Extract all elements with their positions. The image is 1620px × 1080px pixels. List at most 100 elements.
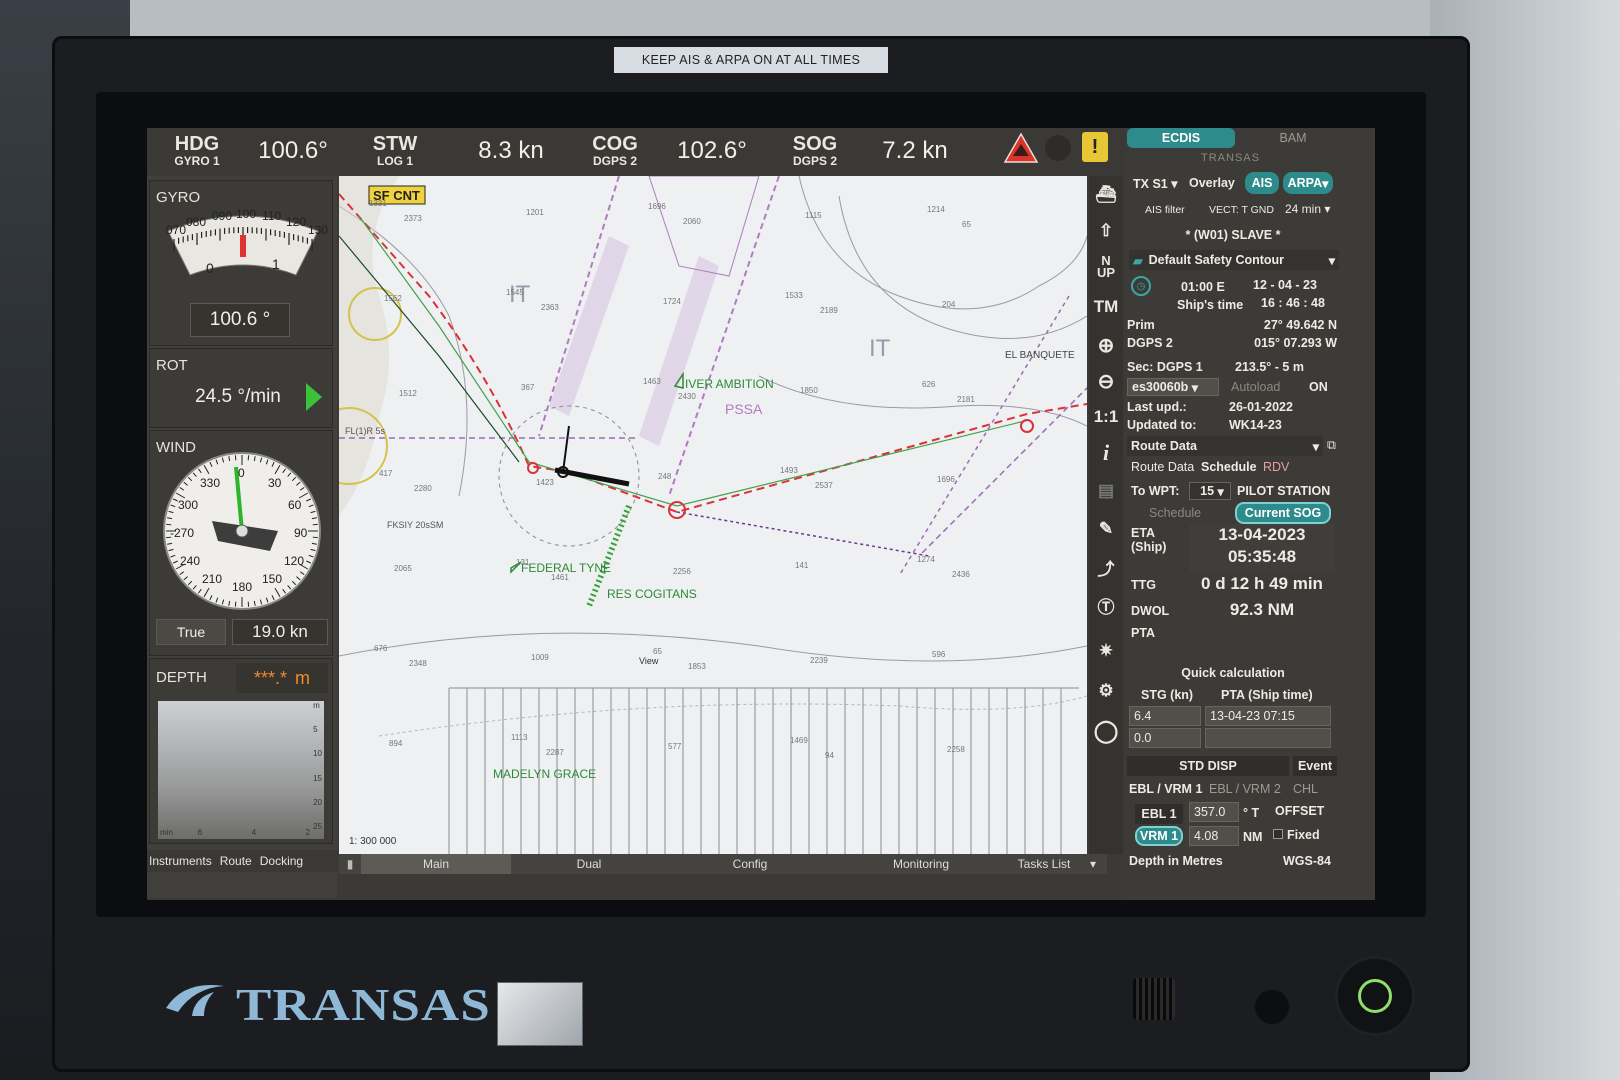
wind-dial-270: -270: [170, 526, 194, 540]
tab-chl[interactable]: CHL: [1293, 782, 1318, 796]
sun-icon[interactable]: ✷: [1091, 636, 1121, 666]
tab-rdv[interactable]: RDV: [1263, 460, 1289, 474]
true-motion-icon[interactable]: TM: [1091, 292, 1121, 322]
event-button[interactable]: Event: [1293, 756, 1337, 776]
zoom-out-icon[interactable]: ⊖: [1091, 366, 1121, 396]
warning-triangle-icon[interactable]: [1003, 132, 1039, 164]
autoload-label[interactable]: Autoload: [1231, 380, 1280, 394]
vrm1-unit: NM: [1243, 830, 1263, 844]
sounding-label: 204: [942, 300, 956, 309]
tab-tasks-list[interactable]: Tasks List: [1009, 854, 1079, 874]
depth-scale-25: 25: [313, 821, 322, 831]
vessel-iver-ambition[interactable]: IVER AMBITION: [685, 377, 774, 391]
hdg-label: HDG: [174, 133, 220, 155]
north-up-icon[interactable]: N UP: [1091, 252, 1121, 282]
tab-main[interactable]: Main: [361, 854, 511, 874]
vector-time-select[interactable]: 24 min ▾: [1285, 202, 1330, 216]
sounding-label: 2373: [404, 214, 422, 223]
tab-ebl-vrm-2[interactable]: EBL / VRM 2: [1209, 782, 1281, 796]
wind-dial-0: 0: [238, 466, 245, 480]
datum-label: WGS-84: [1283, 854, 1331, 868]
tab-route[interactable]: Route: [220, 854, 252, 868]
tx-select[interactable]: TX S1 ▾: [1133, 176, 1178, 191]
info-icon[interactable]: i: [1091, 438, 1121, 468]
tab-docking[interactable]: Docking: [260, 854, 303, 868]
chart-cell-select[interactable]: es30060b ▾: [1127, 378, 1219, 396]
std-disp-button[interactable]: STD DISP: [1127, 756, 1289, 776]
current-sog-button[interactable]: Current SOG: [1235, 502, 1331, 524]
wind-mode-button[interactable]: True: [156, 619, 226, 645]
ship-up-icon[interactable]: ⇧: [1091, 216, 1121, 246]
vessel-madelyn-grace[interactable]: MADELYN GRACE: [493, 767, 596, 781]
nautical-chart[interactable]: SF CNT IT IT PSSA IVER AMBITION FEDERAL …: [339, 176, 1087, 854]
prim-label: Prim: [1127, 318, 1155, 332]
expand-icon[interactable]: ⧉: [1327, 438, 1336, 453]
depth-scale-20: 20: [313, 797, 322, 807]
sounding-label: 1469: [790, 736, 808, 745]
sounding-label: 2181: [957, 395, 975, 404]
updated-to-label: Updated to:: [1127, 418, 1197, 432]
schedule-button[interactable]: Schedule: [1149, 506, 1201, 520]
sounding-label: 1493: [780, 466, 798, 475]
ais-button[interactable]: AIS: [1245, 172, 1279, 194]
overlay-button[interactable]: Overlay: [1189, 176, 1235, 190]
pen-icon[interactable]: ✎: [1091, 514, 1121, 544]
stw-source[interactable]: LOG 1: [377, 154, 413, 168]
ship-icon[interactable]: ⛴: [1091, 180, 1121, 210]
brightness-knob[interactable]: [1255, 990, 1289, 1024]
vessel-res-cogitans[interactable]: RES COGITANS: [607, 587, 697, 601]
wind-dial-240: 240: [180, 554, 200, 568]
vrm1-value[interactable]: 4.08: [1189, 826, 1239, 846]
depth-units-label: Depth in Metres: [1129, 854, 1223, 868]
safety-contour-select[interactable]: ▰ Default Safety Contour ▾: [1129, 250, 1339, 270]
stg-input-1[interactable]: 6.4: [1129, 706, 1201, 726]
offset-button[interactable]: OFFSET: [1275, 804, 1324, 818]
route-data-select[interactable]: Route Data ▾: [1127, 436, 1323, 456]
fixed-checkbox[interactable]: [1273, 829, 1283, 839]
ebl1-button[interactable]: EBL 1: [1135, 804, 1183, 824]
tab-config[interactable]: Config: [667, 854, 833, 874]
circle-icon[interactable]: ◯: [1091, 716, 1121, 746]
vector-mode[interactable]: VECT: T GND: [1209, 204, 1274, 216]
tab-monitoring[interactable]: Monitoring: [833, 854, 1009, 874]
zoom-in-icon[interactable]: ⊕: [1091, 330, 1121, 360]
arpa-button[interactable]: ARPA ▾: [1283, 172, 1333, 194]
ebl1-value[interactable]: 357.0: [1189, 802, 1239, 822]
nav-data-bar: HDG GYRO 1 100.6° STW LOG 1 8.3 kn COG D…: [147, 128, 1147, 174]
target-icon[interactable]: Ⓣ: [1091, 590, 1121, 620]
gear-icon[interactable]: ⚙: [1091, 676, 1121, 706]
hdg-source[interactable]: GYRO 1: [174, 154, 219, 168]
waypoint-select[interactable]: 15 ▾: [1189, 482, 1231, 500]
scale-1-1-icon[interactable]: 1:1: [1091, 402, 1121, 432]
left-tabs: Instruments Route Docking: [147, 850, 337, 872]
tab-bam[interactable]: BAM: [1245, 128, 1341, 148]
tab-instruments[interactable]: Instruments: [149, 854, 212, 868]
sounding-label: 2363: [541, 303, 559, 312]
layer-icon[interactable]: ▤: [1091, 476, 1121, 506]
stg-input-2[interactable]: 0.0: [1129, 728, 1201, 748]
sounding-label: 1512: [399, 389, 417, 398]
autoload-state[interactable]: ON: [1309, 380, 1328, 394]
ais-filter-button[interactable]: AIS filter: [1145, 204, 1185, 216]
route-icon[interactable]: ⤴: [1091, 552, 1121, 582]
chevron-down-icon[interactable]: ▾: [1079, 854, 1107, 874]
menu-dial-control[interactable]: [1335, 956, 1415, 1036]
exclamation-icon[interactable]: !: [1082, 132, 1108, 162]
light-label-2: FL(1)R 5s: [345, 426, 386, 436]
tab-ecdis[interactable]: ECDIS: [1127, 128, 1235, 148]
tab-schedule[interactable]: Schedule: [1201, 460, 1257, 474]
vrm1-button[interactable]: VRM 1: [1135, 826, 1183, 846]
sounding-label: 596: [932, 650, 946, 659]
tab-route-data[interactable]: Route Data: [1131, 460, 1194, 474]
clock-icon[interactable]: ◷: [1131, 276, 1151, 296]
rot-value: 24.5 °/min: [195, 386, 281, 407]
cog-source[interactable]: DGPS 2: [593, 154, 637, 168]
alarm-indicator-icon[interactable]: [1045, 135, 1071, 161]
area-label-it-2: IT: [869, 335, 891, 362]
chart-canvas[interactable]: SF CNT IT IT PSSA IVER AMBITION FEDERAL …: [339, 176, 1087, 854]
depth-graph: m 5 10 15 20 25 min 6 4 2: [158, 701, 324, 839]
tab-ebl-vrm-1[interactable]: EBL / VRM 1: [1129, 782, 1202, 796]
sog-source[interactable]: DGPS 2: [793, 154, 837, 168]
panel-toggle-icon[interactable]: ▮: [339, 854, 361, 874]
tab-dual[interactable]: Dual: [511, 854, 667, 874]
